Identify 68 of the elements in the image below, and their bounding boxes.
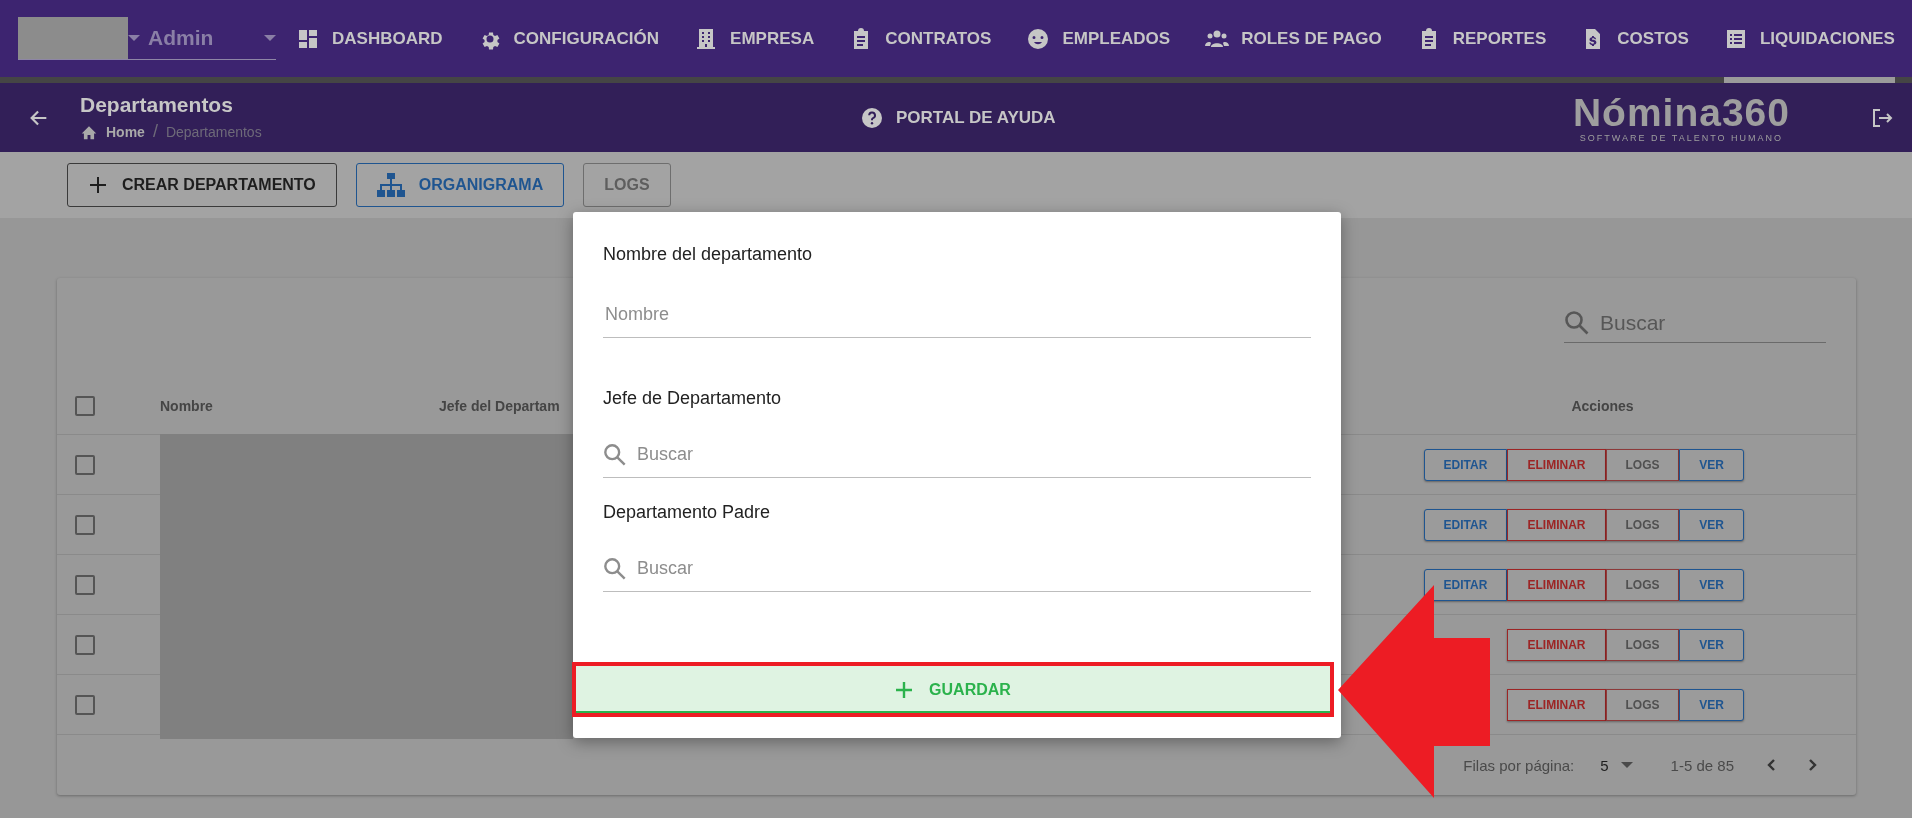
delete-button[interactable]: ELIMINAR	[1507, 688, 1606, 721]
breadcrumb-separator: /	[152, 121, 158, 142]
face-icon	[1026, 26, 1051, 51]
nav-tab[interactable]: DASHBOARD	[296, 0, 443, 83]
input-field[interactable]: Nombre	[603, 303, 1207, 326]
plus-icon	[88, 175, 108, 195]
checkbox[interactable]	[75, 694, 95, 715]
search-icon	[603, 442, 627, 467]
caret-icon	[128, 35, 140, 41]
search-field[interactable]: Buscar	[635, 443, 1239, 466]
user-selector[interactable]: Admin	[18, 17, 276, 60]
edit-button[interactable]: EDITAR	[1424, 448, 1507, 481]
field-label: Nombre del departamento	[603, 244, 814, 266]
view-button[interactable]: VER	[1679, 508, 1744, 541]
delete-button[interactable]: ELIMINAR	[1507, 628, 1606, 661]
nav-tab[interactable]: CONTRATOS	[849, 0, 992, 83]
nav-tab[interactable]: EMPRESA	[694, 0, 815, 83]
logs-button[interactable]: LOGS	[1606, 688, 1679, 721]
org-chart-button[interactable]: ORGANIGRAMA	[355, 163, 565, 207]
checkbox[interactable]	[75, 396, 95, 416]
nav-tab[interactable]: ROLES DE PAGO	[1205, 0, 1382, 83]
field-label: Jefe de Departamento	[603, 388, 783, 410]
nav-tab[interactable]: CONFIGURACIÓN	[477, 0, 660, 83]
nav-tab[interactable]: COSTOS	[1581, 0, 1689, 83]
column-header: Jefe del Departam	[439, 398, 560, 414]
checkbox[interactable]	[75, 454, 95, 475]
view-button[interactable]: VER	[1679, 568, 1744, 601]
rows-per-page-select[interactable]: 5	[1600, 756, 1633, 774]
checkbox[interactable]	[75, 514, 95, 535]
logs-button[interactable]: LOGS	[1606, 628, 1679, 661]
column-header: Acciones	[1571, 398, 1635, 414]
view-button[interactable]: VER	[1679, 688, 1744, 721]
view-button[interactable]: VER	[1679, 448, 1744, 481]
hierarchy-icon	[376, 173, 405, 197]
caret-icon	[264, 35, 276, 41]
nav-tab[interactable]: REPORTES	[1416, 0, 1547, 83]
breadcrumb-link[interactable]: Home	[106, 123, 145, 140]
breadcrumb-current: Departamentos	[165, 123, 262, 140]
delete-button[interactable]: ELIMINAR	[1507, 568, 1606, 601]
edit-button[interactable]: EDITAR	[1424, 508, 1507, 541]
rows-per-page-label: Filas por página:	[1463, 756, 1575, 774]
delete-button[interactable]: ELIMINAR	[1507, 448, 1606, 481]
search-icon	[603, 556, 627, 581]
logo-tagline: SOFTWARE DE TALENTO HUMANO	[1579, 132, 1784, 143]
logs-button[interactable]: LOGS	[1606, 448, 1679, 481]
view-button[interactable]: VER	[1679, 628, 1744, 661]
logs-button[interactable]: LOGS	[1606, 568, 1679, 601]
checkbox[interactable]	[75, 634, 95, 655]
nav-tab[interactable]: EMPLEADOS	[1026, 0, 1171, 83]
logo-wordmark: Nómina360	[1572, 92, 1790, 133]
search-field[interactable]: Buscar	[1598, 309, 1802, 336]
column-header: Nombre	[160, 398, 213, 414]
plus-icon	[895, 680, 914, 699]
logs-button[interactable]: LOGS	[583, 163, 671, 207]
help-link[interactable]: PORTAL DE AYUDA	[860, 105, 1056, 130]
help-icon	[860, 105, 884, 130]
save-button[interactable]: GUARDAR	[572, 662, 1334, 717]
delete-button[interactable]: ELIMINAR	[1507, 508, 1606, 541]
search-field[interactable]: Buscar	[635, 557, 1239, 580]
page-title: Departamentos	[80, 93, 234, 117]
create-button[interactable]: CREAR DEPARTAMENTO	[67, 163, 337, 207]
caret-icon	[1620, 762, 1633, 768]
edit-button[interactable]: EDITAR	[1424, 568, 1507, 601]
logs-button[interactable]: LOGS	[1606, 508, 1679, 541]
search-icon	[1564, 309, 1590, 336]
checkbox[interactable]	[75, 574, 95, 595]
field-label: Departamento Padre	[603, 502, 772, 524]
page-range: 1-5 de 85	[1670, 756, 1734, 774]
